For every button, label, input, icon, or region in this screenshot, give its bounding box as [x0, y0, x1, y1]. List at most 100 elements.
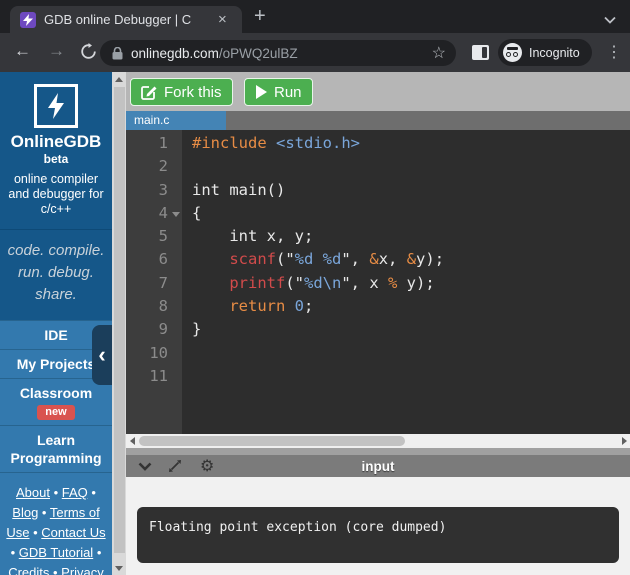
line-number: 9: [126, 318, 182, 341]
footer-link-about[interactable]: About: [16, 485, 50, 500]
code-line: 3int main(): [126, 179, 630, 202]
new-tab-button[interactable]: +: [254, 4, 266, 28]
code-line: 2: [126, 155, 630, 178]
editor-lines: 1#include <stdio.h>23int main()4{5 int x…: [126, 132, 630, 388]
collapse-panel-chevron-icon[interactable]: [138, 462, 152, 471]
page-scrollbar[interactable]: [112, 72, 126, 575]
code-editor[interactable]: 1#include <stdio.h>23int main()4{5 int x…: [126, 130, 630, 434]
sidebar-item-classroom[interactable]: Classroom new: [0, 379, 112, 426]
line-number: 10: [126, 342, 182, 365]
lightning-bolt-icon: [47, 93, 65, 119]
run-label: Run: [274, 84, 302, 101]
code-text: }: [182, 318, 201, 341]
code-line: 4{: [126, 202, 630, 225]
code-text: int x, y;: [182, 225, 313, 248]
side-panel-button[interactable]: [472, 45, 489, 60]
code-line: 1#include <stdio.h>: [126, 132, 630, 155]
new-badge: new: [37, 405, 74, 420]
sidebar-collapse-handle[interactable]: ‹: [92, 325, 112, 385]
hscrollbar-thumb[interactable]: [139, 436, 405, 446]
line-number: 4: [126, 202, 182, 225]
footer-link-gdb-tutorial[interactable]: GDB Tutorial: [19, 545, 93, 560]
sidebar-tagline: online compiler and debugger for c/c++: [0, 166, 112, 229]
console-output[interactable]: Floating point exception (core dumped): [137, 507, 619, 563]
sidebar-item-label: Classroom: [2, 384, 110, 402]
bookmark-star-icon[interactable]: ☆: [432, 43, 446, 63]
omnibox[interactable]: onlinegdb.com/oPWQ2ulBZ ☆: [100, 40, 456, 66]
code-line: 9}: [126, 318, 630, 341]
console-text: Floating point exception (core dumped): [149, 520, 446, 535]
panel-resize-strip[interactable]: [126, 448, 630, 455]
back-button[interactable]: ←: [14, 41, 31, 61]
menu-kebab-icon[interactable]: ⋮: [606, 42, 622, 62]
ide-main: Fork this Run main.c 1#include <stdio.h>…: [126, 72, 630, 575]
url-path: /oPWQ2ulBZ: [219, 46, 298, 61]
code-text: scanf("%d %d", &x, &y);: [182, 248, 444, 271]
forward-button[interactable]: →: [48, 41, 65, 61]
line-number: 2: [126, 155, 182, 178]
footer-link-blog[interactable]: Blog: [12, 505, 38, 520]
code-line: 6 scanf("%d %d", &x, &y);: [126, 248, 630, 271]
code-text: printf("%d\n", x % y);: [182, 272, 435, 295]
fork-edit-icon: [141, 84, 157, 100]
chevron-left-icon: ‹: [98, 342, 105, 368]
fold-triangle-icon[interactable]: [172, 212, 180, 217]
browser-tab[interactable]: GDB online Debugger | C ×: [10, 6, 242, 33]
incognito-label: Incognito: [529, 46, 580, 60]
editor-hscrollbar[interactable]: [126, 434, 630, 448]
reload-button[interactable]: [80, 43, 97, 65]
code-text: #include <stdio.h>: [182, 132, 360, 155]
line-number: 3: [126, 179, 182, 202]
code-line: 11: [126, 365, 630, 388]
code-line: 5 int x, y;: [126, 225, 630, 248]
sidebar: OnlineGDB beta online compiler and debug…: [0, 72, 112, 575]
footer-link-privacy[interactable]: Privacy: [61, 565, 104, 575]
lock-icon: [112, 47, 123, 60]
scroll-down-arrow[interactable]: [112, 561, 126, 575]
input-panel-bar: ⚙ input: [126, 455, 630, 477]
tab-list-chevron-icon[interactable]: [604, 11, 616, 29]
code-text: [182, 155, 192, 178]
code-line: 8 return 0;: [126, 295, 630, 318]
incognito-badge: Incognito: [498, 39, 592, 66]
scroll-up-arrow[interactable]: [112, 72, 126, 86]
footer-link-credits[interactable]: Credits: [8, 565, 49, 575]
logo-beta-label: beta: [0, 152, 112, 166]
line-number: 7: [126, 272, 182, 295]
scroll-left-arrow[interactable]: [126, 434, 138, 448]
onlinegdb-logo[interactable]: [34, 84, 78, 128]
scroll-right-arrow[interactable]: [618, 434, 630, 448]
line-number: 6: [126, 248, 182, 271]
code-text: int main(): [182, 179, 285, 202]
footer-links: About • FAQ • Blog • Terms of Use • Cont…: [0, 473, 112, 575]
browser-window: GDB online Debugger | C × + ← → onlinegd…: [0, 0, 630, 575]
tab-close-icon[interactable]: ×: [218, 12, 227, 27]
ide-toolbar: Fork this Run: [126, 72, 630, 111]
logo-title: OnlineGDB: [0, 132, 112, 152]
code-text: [182, 365, 192, 388]
onlinegdb-favicon-icon: [20, 12, 36, 28]
code-text: return 0;: [182, 295, 313, 318]
play-icon: [255, 85, 267, 99]
fork-this-button[interactable]: Fork this: [130, 78, 233, 106]
code-text: {: [182, 202, 201, 225]
fork-this-label: Fork this: [164, 84, 222, 101]
page-content: OnlineGDB beta online compiler and debug…: [0, 72, 630, 575]
code-line: 10: [126, 342, 630, 365]
tab-title: GDB online Debugger | C: [44, 12, 216, 27]
sidebar-motto: code. compile. run. debug. share.: [0, 229, 112, 320]
run-button[interactable]: Run: [244, 78, 313, 106]
file-tab-main-c[interactable]: main.c: [126, 111, 226, 130]
sidebar-item-learn-programming[interactable]: Learn Programming: [0, 426, 112, 473]
url-toolbar: ← → onlinegdb.com/oPWQ2ulBZ ☆ Incognito …: [0, 33, 630, 72]
browser-tabbar: GDB online Debugger | C × +: [0, 0, 630, 33]
code-text: [182, 342, 192, 365]
settings-gear-icon[interactable]: ⚙: [200, 458, 214, 474]
scrollbar-thumb[interactable]: [114, 87, 125, 553]
sidebar-header: OnlineGDB beta online compiler and debug…: [0, 72, 112, 229]
footer-link-contact-us[interactable]: Contact Us: [41, 525, 105, 540]
code-line: 7 printf("%d\n", x % y);: [126, 272, 630, 295]
footer-link-faq[interactable]: FAQ: [62, 485, 88, 500]
expand-panel-icon[interactable]: [168, 459, 182, 473]
output-area: Floating point exception (core dumped): [126, 477, 630, 575]
